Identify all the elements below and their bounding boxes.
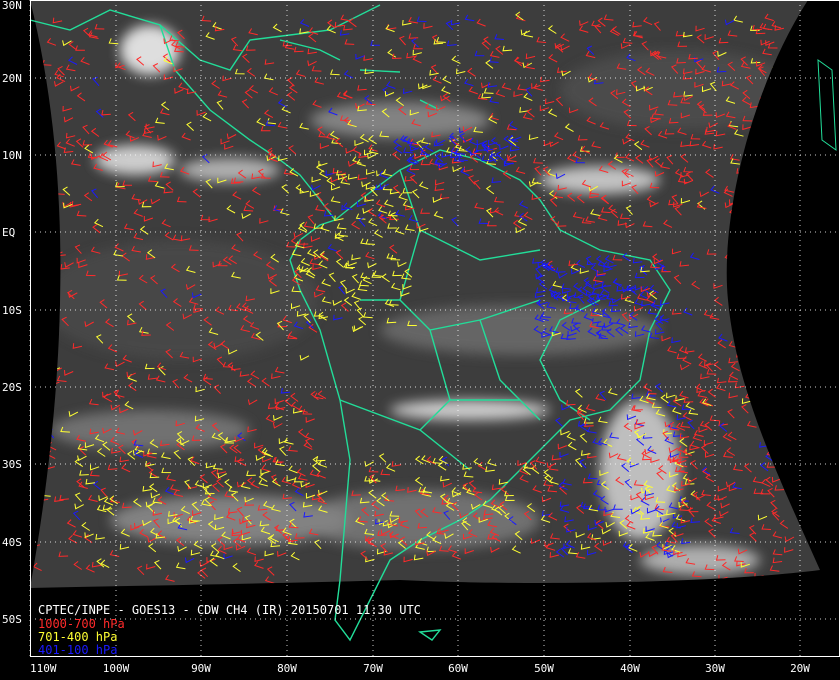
latitude-label: 30S — [2, 458, 22, 471]
latitude-label: 10N — [2, 149, 22, 162]
longitude-label: 70W — [363, 662, 383, 675]
longitude-label: 20W — [790, 662, 810, 675]
latitude-label: 20S — [2, 381, 22, 394]
longitude-label: 90W — [191, 662, 211, 675]
satellite-wind-map: 30N 20N 10N EQ 10S 20S 30S 40S 50S 110W 100W 90W 80W… — [0, 0, 840, 680]
longitude-label: 80W — [277, 662, 297, 675]
latitude-label: 20N — [2, 72, 22, 85]
product-title: CPTEC/INPE - GOES13 - CDW CH4 (IR) 20150… — [38, 603, 421, 617]
longitude-label: 30W — [705, 662, 725, 675]
satellite-image — [30, 0, 820, 588]
longitude-label: 100W — [103, 662, 130, 675]
latitude-label: 10S — [2, 304, 22, 317]
longitude-label: 40W — [620, 662, 640, 675]
latitude-label: 40S — [2, 536, 22, 549]
longitude-label: 60W — [448, 662, 468, 675]
latitude-label: 50S — [2, 613, 22, 626]
longitude-label: 110W — [30, 662, 57, 675]
legend-high-level: 401-100 hPa — [38, 643, 118, 657]
latitude-label: 30N — [2, 0, 22, 12]
latitude-label: EQ — [2, 226, 15, 239]
longitude-label: 50W — [534, 662, 554, 675]
